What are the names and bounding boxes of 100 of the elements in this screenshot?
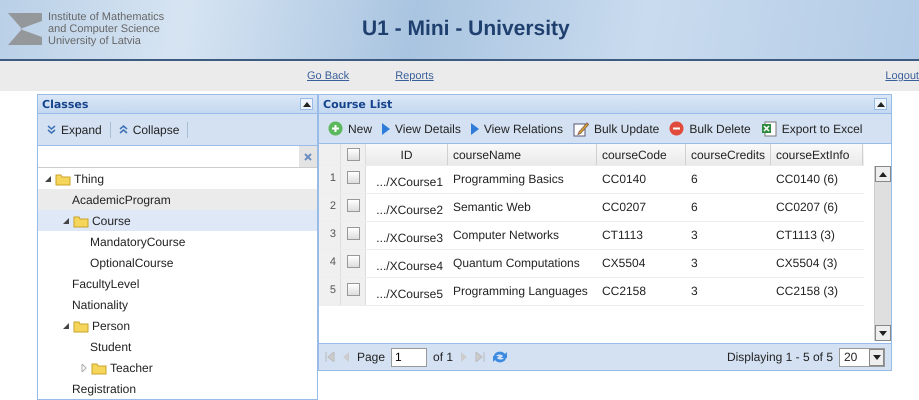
toolbar-button[interactable]: Export to Excel — [756, 118, 866, 138]
table-cell-text: 3 — [690, 227, 699, 244]
toolbar-button[interactable]: Expand — [43, 120, 106, 138]
column-header[interactable]: ID — [366, 144, 448, 165]
institute-name: University of Latvia — [48, 35, 142, 48]
table-cell-text: Computer Networks — [452, 227, 560, 244]
panel-title: Course List — [323, 98, 392, 110]
table-cell-text: Programming Basics — [452, 171, 565, 188]
row-number: 2 — [319, 194, 341, 221]
table-cell-text: CT1113 (3) — [775, 227, 836, 244]
column-header[interactable]: courseCode — [597, 144, 686, 165]
page-label: Page — [357, 350, 386, 364]
collapsed-arrow-icon[interactable] — [80, 364, 88, 372]
row-checkbox[interactable] — [347, 171, 360, 184]
table-cell-text: 6 — [690, 171, 699, 188]
row-checkbox[interactable] — [347, 283, 360, 296]
triangle-right-icon — [382, 122, 390, 134]
logout-link[interactable]: Logout — [885, 70, 919, 82]
toolbar-button[interactable]: View Details — [378, 120, 465, 138]
row-checkbox[interactable] — [347, 199, 360, 212]
table-cell-text: 3 — [690, 283, 699, 300]
folder-icon — [73, 318, 89, 332]
institute-name: and Computer Science — [48, 23, 161, 36]
tree-item[interactable]: OptionalCourse — [38, 252, 317, 273]
close-icon — [304, 152, 312, 160]
caret-up-icon — [302, 102, 310, 106]
table-cell-text: Semantic Web — [452, 199, 532, 216]
search-field[interactable] — [38, 146, 317, 168]
collapse-panel-button[interactable] — [300, 98, 313, 110]
folder-icon — [73, 214, 89, 228]
row-number: 4 — [319, 250, 341, 277]
last-page-icon[interactable] — [475, 352, 486, 362]
table-cell-text: .../XCourse1 — [375, 174, 444, 191]
collapse-panel-button[interactable] — [874, 98, 887, 110]
triangle-right-icon — [470, 122, 479, 134]
refresh-icon[interactable] — [491, 349, 510, 365]
select-all-checkbox[interactable] — [347, 148, 360, 161]
table-cell-text: CC0207 (6) — [775, 199, 840, 216]
plus-circle-icon — [328, 121, 343, 136]
table-cell-text: .../XCourse2 — [375, 202, 444, 219]
tree-item[interactable]: MandatoryCourse — [38, 231, 317, 252]
app-title: U1 - Mini - University — [362, 17, 570, 42]
toolbar-button[interactable]: Bulk Delete — [665, 119, 755, 138]
panel-title: Classes — [42, 98, 88, 110]
first-page-icon[interactable] — [325, 352, 335, 362]
caret-down-icon — [879, 330, 887, 336]
caret-up-icon — [876, 102, 884, 106]
table-cell-text: .../XCourse3 — [375, 230, 444, 247]
tree-item[interactable]: Registration — [38, 378, 317, 399]
row-number: 5 — [319, 278, 341, 305]
double-chevron-up-icon — [118, 125, 128, 134]
tree-item[interactable]: FacultyLevel — [38, 273, 317, 294]
table-cell-text: 3 — [690, 255, 699, 272]
expanded-arrow-icon[interactable] — [62, 216, 70, 224]
expanded-arrow-icon[interactable] — [62, 322, 70, 330]
double-chevron-down-icon — [47, 125, 56, 134]
institute-name: Institute of Mathematics — [48, 11, 166, 24]
expanded-arrow-icon[interactable] — [44, 174, 52, 182]
tree-item[interactable]: Course — [38, 210, 317, 231]
folder-icon — [55, 172, 71, 186]
row-checkbox[interactable] — [347, 227, 360, 240]
caret-up-icon — [879, 172, 887, 176]
table-cell-text: 6 — [690, 199, 699, 216]
table-cell-text: CT1113 — [601, 227, 644, 244]
clear-button[interactable] — [299, 146, 317, 167]
table-cell-text: .../XCourse4 — [375, 258, 444, 275]
toolbar-button[interactable]: Bulk Update — [568, 118, 664, 138]
caret-down-icon — [872, 354, 880, 360]
table-cell-text: CC2158 (3) — [775, 283, 840, 300]
table-cell-text: CX5504 (3) — [775, 255, 838, 272]
folder-icon — [91, 360, 107, 374]
nav-link[interactable]: Reports — [395, 70, 434, 82]
display-status: Displaying 1 - 5 of 5 — [726, 350, 833, 364]
table-cell-text: Quantum Computations — [452, 255, 581, 272]
row-number: 1 — [319, 166, 341, 193]
column-header[interactable]: courseCredits — [686, 144, 771, 165]
spreadsheet-icon — [760, 120, 777, 136]
tree-item[interactable]: Nationality — [38, 294, 317, 315]
tree-item[interactable]: AcademicProgram — [38, 189, 317, 210]
minus-circle-icon — [669, 121, 684, 136]
vertical-scrollbar[interactable] — [874, 166, 891, 341]
table-cell-text: CC0140 — [601, 171, 648, 188]
tree-item[interactable]: Teacher — [38, 357, 317, 378]
nav-link[interactable]: Go Back — [307, 70, 350, 82]
pencil-note-icon — [572, 120, 589, 136]
tree-item[interactable]: Thing — [38, 168, 317, 189]
row-checkbox[interactable] — [347, 255, 360, 268]
page-count: of 1 — [433, 350, 454, 364]
toolbar-button[interactable]: Collapse — [114, 120, 184, 138]
table-cell-text: CC2158 — [601, 283, 648, 300]
toolbar-button[interactable]: View Relations — [466, 120, 567, 138]
page-field[interactable]: 1 — [391, 348, 428, 366]
column-header[interactable]: courseExtInfo — [771, 144, 863, 165]
column-header[interactable]: courseName — [448, 144, 597, 165]
tree-item[interactable]: Person — [38, 315, 317, 336]
toolbar-button[interactable]: New — [324, 119, 376, 138]
row-number: 3 — [319, 222, 341, 249]
page-size-select[interactable]: 20 — [839, 348, 885, 366]
tree-item[interactable]: Student — [38, 336, 317, 357]
table-cell-text: CX5504 — [601, 255, 646, 272]
